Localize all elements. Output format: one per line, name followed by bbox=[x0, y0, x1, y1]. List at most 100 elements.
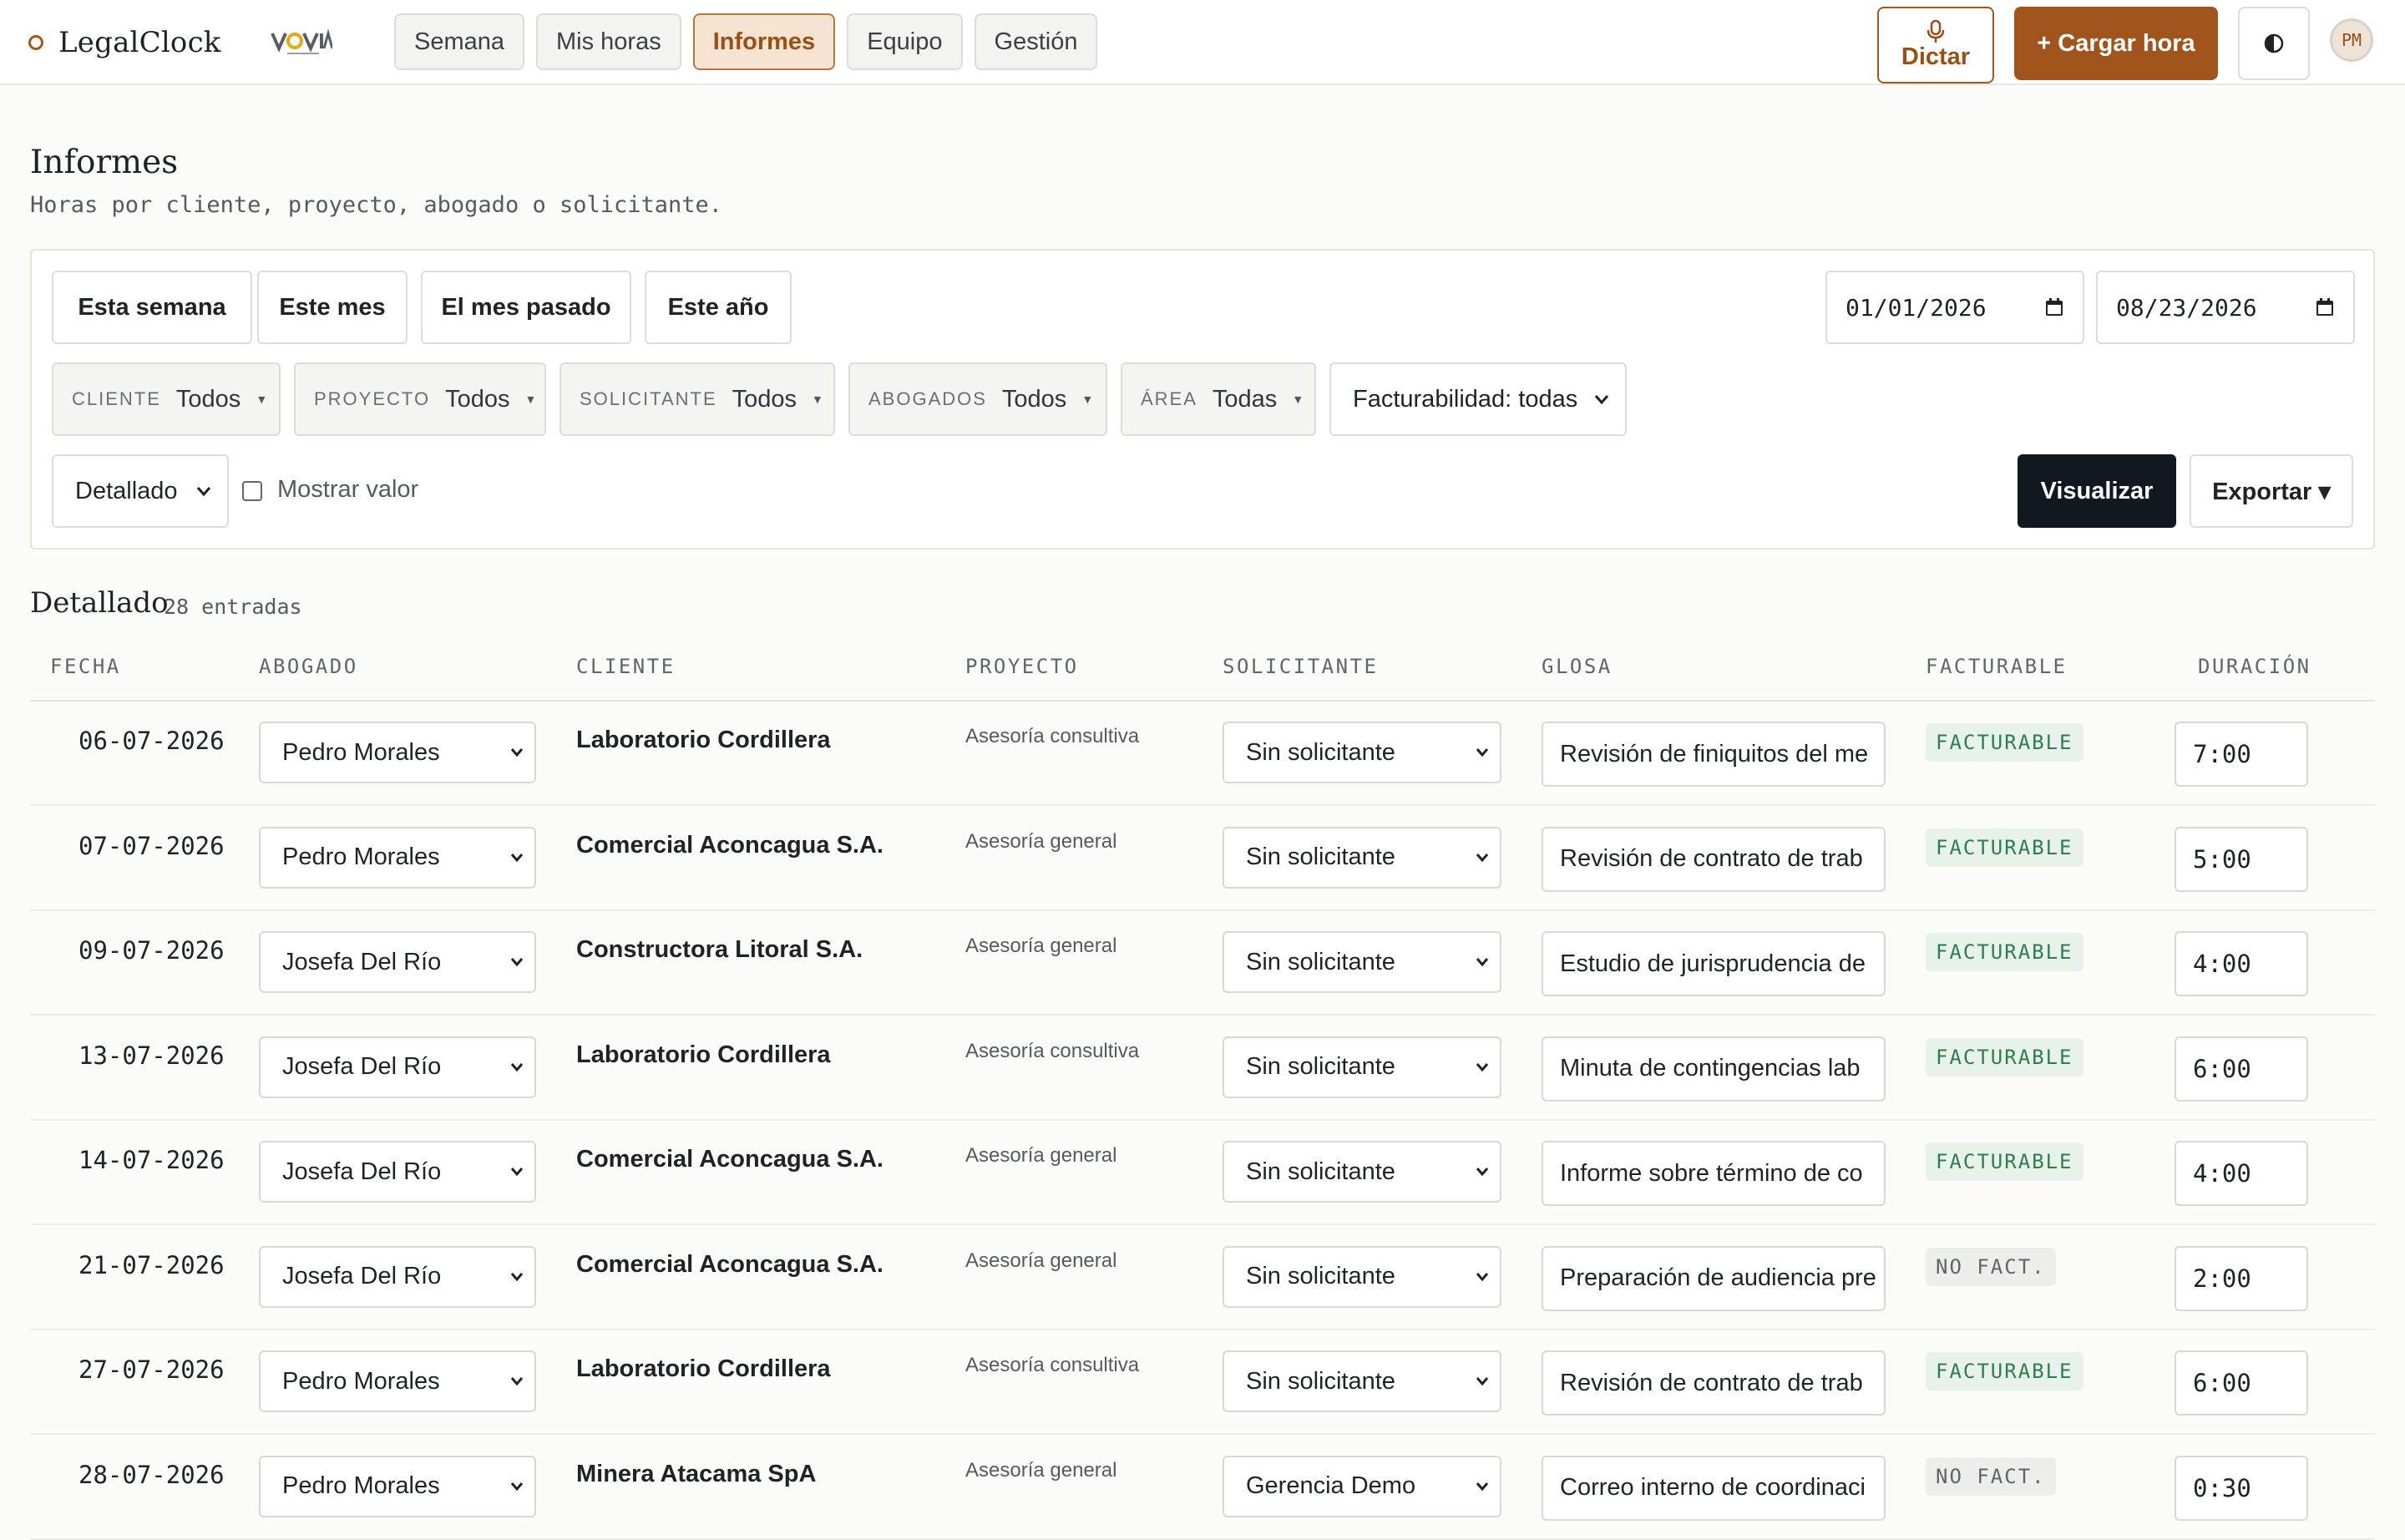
chip-proyecto[interactable]: PROYECTO Todos ▼ bbox=[294, 362, 546, 436]
table-row[interactable]: 14-07-2026 Josefa Del Río Comercial Aconca… bbox=[30, 1121, 2375, 1225]
glosa-input[interactable]: Minuta de contingencias lab bbox=[1542, 1036, 1886, 1102]
solicitante-select[interactable]: Gerencia Demo bbox=[1223, 1455, 1501, 1517]
chip-value: Todas bbox=[1212, 385, 1278, 413]
chip-solicitante[interactable]: SOLICITANTE Todos ▼ bbox=[559, 362, 835, 436]
facturable-badge: FACTURABLE bbox=[1926, 828, 2083, 867]
abogado-select[interactable]: Josefa Del Río bbox=[259, 1036, 536, 1098]
cell-fecha: 28-07-2026 bbox=[78, 1460, 225, 1489]
chip-key: CLIENTE bbox=[72, 388, 161, 409]
col-glosa[interactable]: GLOSA bbox=[1542, 655, 1613, 678]
facturabilidad-select[interactable]: Facturabilidad: todas bbox=[1329, 362, 1627, 436]
solicitante-select[interactable]: Sin solicitante bbox=[1223, 931, 1501, 993]
chevron-down-icon bbox=[196, 487, 211, 497]
glosa-input[interactable]: Correo interno de coordinaci bbox=[1542, 1455, 1886, 1521]
col-fecha[interactable]: FECHA bbox=[50, 655, 121, 678]
chevron-down-icon bbox=[510, 1377, 524, 1386]
chevron-down-icon bbox=[1476, 1272, 1489, 1281]
cell-cliente: Laboratorio Cordillera bbox=[576, 1041, 831, 1068]
abogado-select[interactable]: Josefa Del Río bbox=[259, 1245, 536, 1308]
quick-este-ano[interactable]: Este año bbox=[645, 271, 792, 344]
glosa-input[interactable]: Estudio de jurisprudencia de bbox=[1542, 931, 1886, 996]
exportar-button[interactable]: Exportar ▾ bbox=[2190, 454, 2353, 528]
table-row[interactable]: 09-07-2026 Josefa Del Río Constructora Lit… bbox=[30, 911, 2375, 1016]
solicitante-select[interactable]: Sin solicitante bbox=[1223, 1036, 1501, 1098]
show-value-checkbox[interactable] bbox=[242, 481, 262, 501]
date-from-value: 01/01/2026 bbox=[1846, 293, 1987, 322]
brand[interactable]: LegalClock bbox=[28, 23, 221, 62]
solicitante-value: Gerencia Demo bbox=[1246, 1472, 1416, 1499]
col-abogado[interactable]: ABOGADO bbox=[259, 655, 358, 678]
duracion-input[interactable]: 7:00 bbox=[2175, 722, 2308, 787]
solicitante-select[interactable]: Sin solicitante bbox=[1223, 826, 1501, 889]
theme-toggle-button[interactable] bbox=[2238, 7, 2310, 80]
glosa-input[interactable]: Revisión de contrato de trab bbox=[1542, 1350, 1886, 1416]
duracion-input[interactable]: 4:00 bbox=[2175, 931, 2308, 996]
abogado-select[interactable]: Pedro Morales bbox=[259, 1350, 536, 1412]
cargar-hora-button[interactable]: + Cargar hora bbox=[2014, 7, 2218, 80]
solicitante-value: Sin solicitante bbox=[1246, 738, 1395, 766]
chevron-down-icon bbox=[1476, 853, 1489, 862]
chevron-down-icon bbox=[510, 1168, 524, 1177]
solicitante-select[interactable]: Sin solicitante bbox=[1223, 1245, 1501, 1308]
duracion-input[interactable]: 2:00 bbox=[2175, 1245, 2308, 1311]
date-to-input[interactable]: 08/23/2026 bbox=[2096, 271, 2355, 344]
abogado-select[interactable]: Pedro Morales bbox=[259, 722, 536, 783]
chip-abogados[interactable]: ABOGADOS Todos ▼ bbox=[848, 362, 1107, 436]
cell-cliente: Comercial Aconcagua S.A. bbox=[576, 1250, 884, 1278]
tab-semana[interactable]: Semana bbox=[394, 13, 525, 70]
table-row[interactable]: 27-07-2026 Pedro Morales Laboratorio Cordi… bbox=[30, 1330, 2375, 1435]
col-solicitante[interactable]: SOLICITANTE bbox=[1223, 655, 1378, 678]
solicitante-value: Sin solicitante bbox=[1246, 948, 1395, 975]
glosa-input[interactable]: Preparación de audiencia pre bbox=[1542, 1245, 1886, 1311]
table-row[interactable]: 13-07-2026 Josefa Del Río Laboratorio Cord… bbox=[30, 1016, 2375, 1121]
table-row[interactable]: 21-07-2026 Josefa Del Río Comercial Aconca… bbox=[30, 1226, 2375, 1330]
chip-key: ÁREA bbox=[1141, 388, 1197, 409]
caret-down-icon: ▼ bbox=[812, 393, 823, 406]
table-row[interactable]: 06-07-2026 Pedro Morales Laboratorio Cordi… bbox=[30, 702, 2375, 806]
col-cliente[interactable]: CLIENTE bbox=[576, 655, 676, 678]
col-proyecto[interactable]: PROYECTO bbox=[965, 655, 1079, 678]
solicitante-select[interactable]: Sin solicitante bbox=[1223, 1350, 1501, 1412]
abogado-select[interactable]: Pedro Morales bbox=[259, 1455, 536, 1517]
col-facturable[interactable]: FACTURABLE bbox=[1926, 655, 2068, 678]
show-value-label[interactable]: Mostrar valor bbox=[277, 476, 418, 504]
solicitante-select[interactable]: Sin solicitante bbox=[1223, 722, 1501, 783]
visualizar-button[interactable]: Visualizar bbox=[2018, 454, 2176, 528]
view-mode-select[interactable]: Detallado bbox=[52, 454, 229, 528]
quick-esta-semana[interactable]: Esta semana bbox=[52, 271, 252, 344]
glosa-input[interactable]: Informe sobre término de co bbox=[1542, 1141, 1886, 1206]
table-row[interactable]: 07-07-2026 Pedro Morales Comercial Aconcag… bbox=[30, 807, 2375, 911]
tab-gestion[interactable]: Gestión bbox=[974, 13, 1098, 70]
cell-proyecto: Asesoría general bbox=[965, 1458, 1117, 1482]
quick-este-mes[interactable]: Este mes bbox=[257, 271, 408, 344]
avatar[interactable]: PM bbox=[2330, 18, 2373, 62]
duracion-input[interactable]: 6:00 bbox=[2175, 1350, 2308, 1416]
col-duracion[interactable]: DURACIÓN bbox=[2198, 655, 2311, 678]
tab-equipo[interactable]: Equipo bbox=[847, 13, 963, 70]
duracion-input[interactable]: 4:00 bbox=[2175, 1141, 2308, 1206]
duracion-input[interactable]: 5:00 bbox=[2175, 826, 2308, 892]
solicitante-value: Sin solicitante bbox=[1246, 1263, 1395, 1289]
table-row[interactable]: 28-07-2026 Pedro Morales Minera Atacama Sp… bbox=[30, 1436, 2375, 1540]
solicitante-value: Sin solicitante bbox=[1246, 1158, 1395, 1185]
chevron-down-icon bbox=[1476, 748, 1489, 757]
abogado-select[interactable]: Josefa Del Río bbox=[259, 931, 536, 993]
chip-cliente[interactable]: CLIENTE Todos ▼ bbox=[52, 362, 281, 436]
duracion-input[interactable]: 6:00 bbox=[2175, 1036, 2308, 1102]
abogado-select[interactable]: Josefa Del Río bbox=[259, 1141, 536, 1203]
solicitante-select[interactable]: Sin solicitante bbox=[1223, 1141, 1501, 1203]
cell-cliente: Minera Atacama SpA bbox=[576, 1460, 817, 1487]
tab-informes[interactable]: Informes bbox=[692, 13, 836, 70]
tab-mis-horas[interactable]: Mis horas bbox=[536, 13, 681, 70]
facturable-badge: FACTURABLE bbox=[1926, 1352, 2083, 1391]
dictar-button[interactable]: Dictar bbox=[1877, 7, 1994, 84]
date-from-input[interactable]: 01/01/2026 bbox=[1825, 271, 2084, 344]
glosa-input[interactable]: Revisión de contrato de trab bbox=[1542, 826, 1886, 892]
caret-down-icon: ▼ bbox=[524, 393, 537, 406]
duracion-input[interactable]: 0:30 bbox=[2175, 1455, 2308, 1521]
abogado-select[interactable]: Pedro Morales bbox=[259, 826, 536, 889]
glosa-input[interactable]: Revisión de finiquitos del me bbox=[1542, 722, 1886, 787]
chip-area[interactable]: ÁREA Todas ▼ bbox=[1121, 362, 1316, 436]
quick-el-mes-pasado[interactable]: El mes pasado bbox=[421, 271, 631, 344]
cell-proyecto: Asesoría general bbox=[965, 1249, 1117, 1272]
